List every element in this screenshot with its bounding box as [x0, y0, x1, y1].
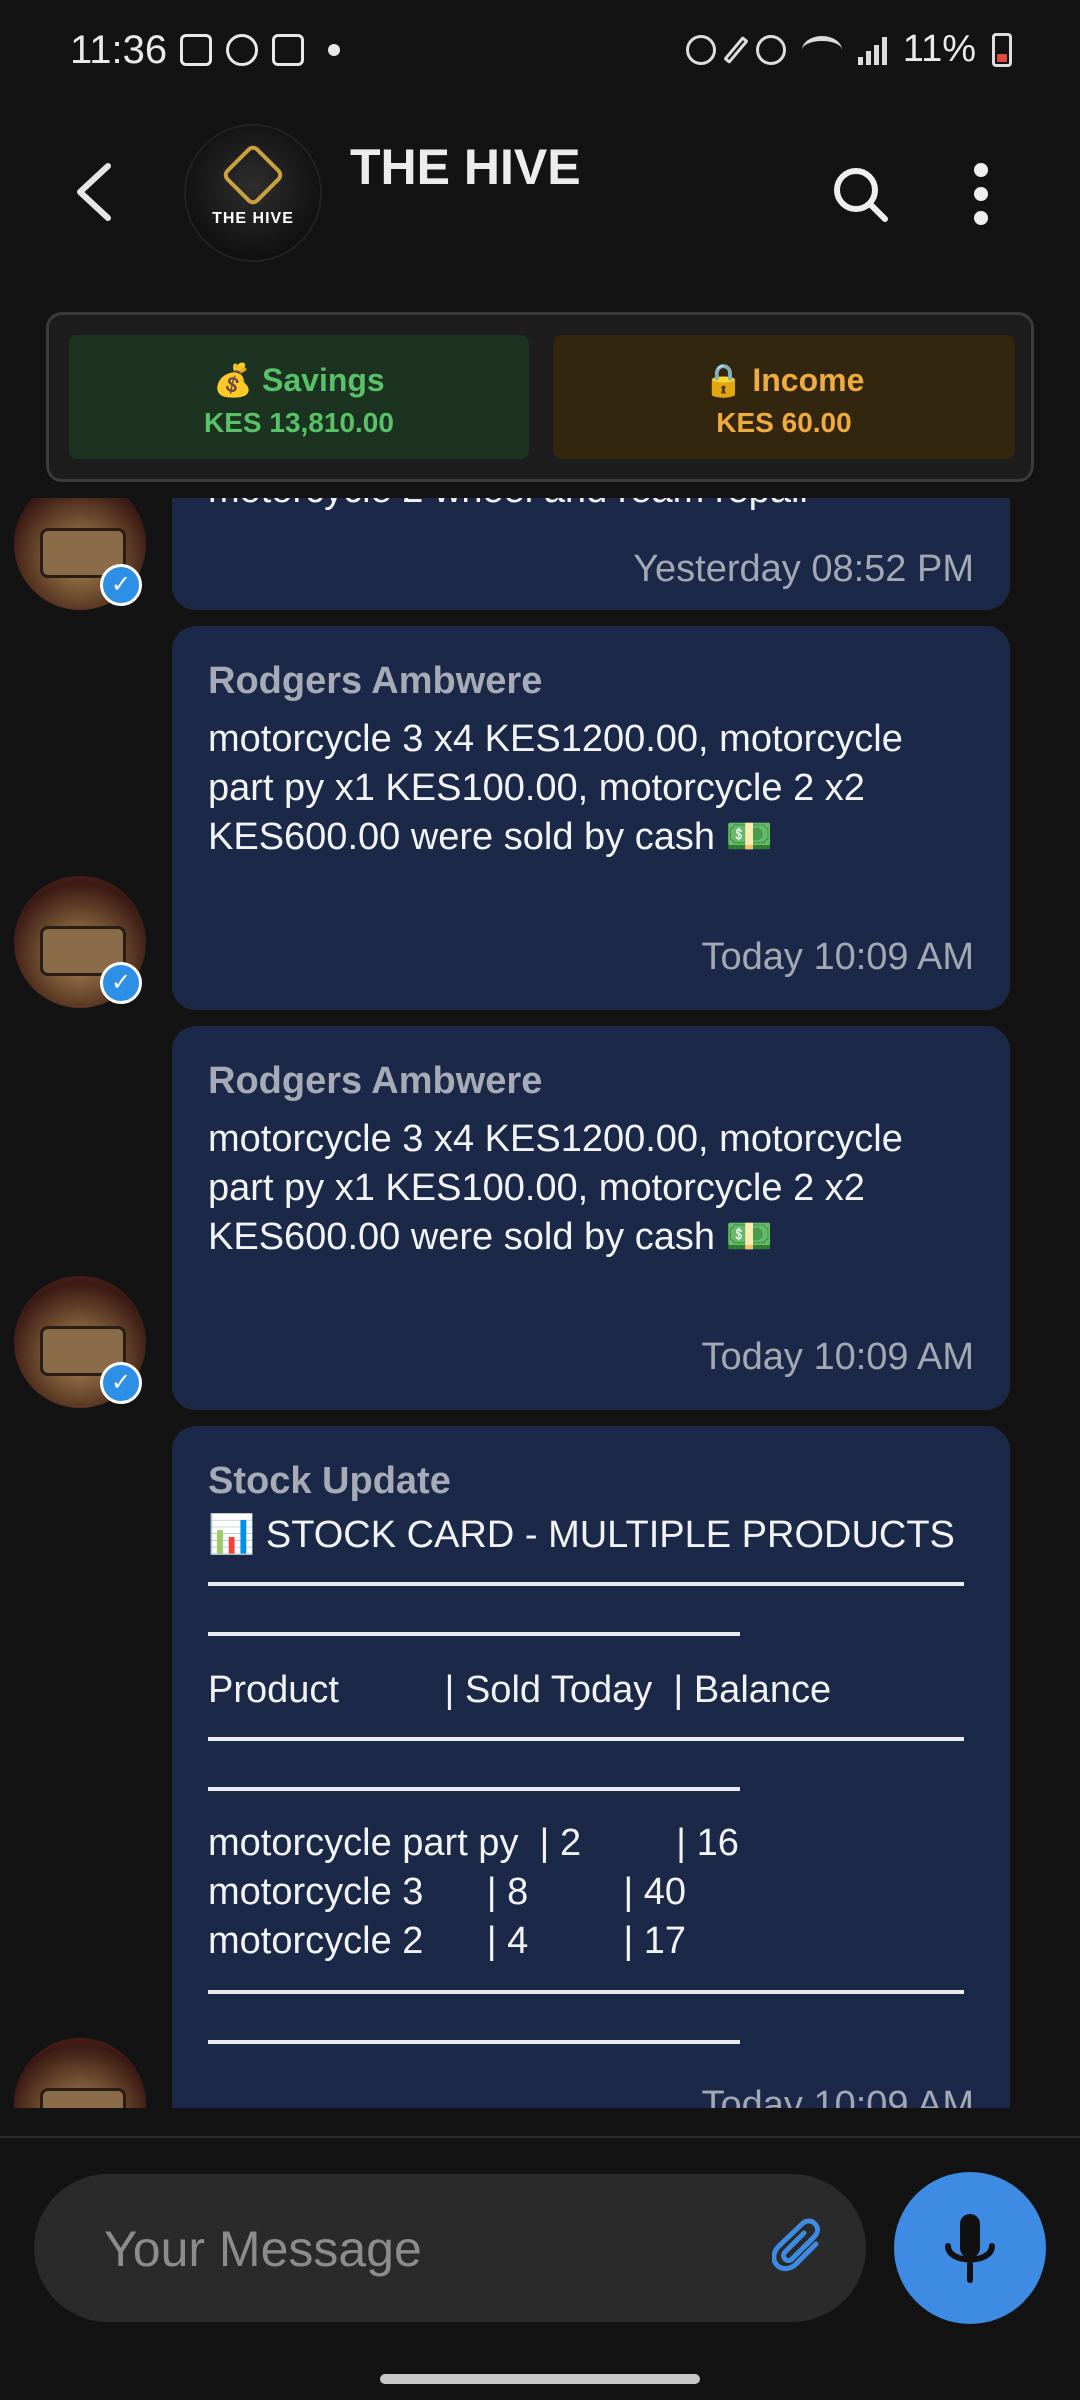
- app-icon: [226, 34, 258, 66]
- message-time: Today 10:09 AM: [701, 2084, 974, 2108]
- image-icon: [180, 34, 212, 66]
- message-bubble[interactable]: Rodgers Ambwere motorcycle 3 x4 KES1200.…: [172, 626, 1010, 1010]
- notification-icons: [180, 34, 340, 66]
- message-bubble[interactable]: motorcycle 2 wheel and ream repair Yeste…: [172, 498, 1010, 610]
- signal-icon: [857, 35, 887, 65]
- message-list[interactable]: motorcycle 2 wheel and ream repair Yeste…: [0, 498, 1080, 2108]
- message-sender: Stock Update: [208, 1460, 451, 1502]
- message-bubble[interactable]: Rodgers Ambwere motorcycle 3 x4 KES1200.…: [172, 1026, 1010, 1410]
- more-options-icon[interactable]: [966, 162, 996, 226]
- battery-saver-icon: [685, 34, 716, 65]
- verified-badge-icon: ✓: [100, 1362, 142, 1404]
- composer-divider: [0, 2136, 1080, 2138]
- stock-row: motorcycle part py | 2 | 16: [208, 1822, 739, 1864]
- back-arrow-icon[interactable]: [70, 162, 116, 222]
- dot-icon: [328, 44, 340, 56]
- stock-row: motorcycle 3 | 8 | 40: [208, 1871, 687, 1913]
- income-card[interactable]: 🔒 Income KES 60.00: [553, 335, 1015, 459]
- divider-line: [208, 1737, 964, 1741]
- message-time: Today 10:09 AM: [701, 936, 974, 978]
- savings-label: 💰 Savings: [213, 362, 385, 398]
- message-time: Today 10:09 AM: [701, 1336, 974, 1378]
- verified-badge-icon: ✓: [100, 962, 142, 1004]
- divider-line: [208, 2040, 740, 2044]
- chat-header: THE HIVE THE HIVE: [0, 110, 1080, 280]
- income-label: 🔒 Income: [703, 362, 865, 398]
- message-sender: Rodgers Ambwere: [208, 1060, 543, 1102]
- group-title[interactable]: THE HIVE: [350, 138, 581, 196]
- verified-badge-icon: ✓: [100, 564, 142, 606]
- search-icon[interactable]: [830, 164, 890, 224]
- message-input[interactable]: Your Message: [34, 2174, 866, 2322]
- attachment-icon[interactable]: [772, 2218, 828, 2280]
- balance-summary: 💰 Savings KES 13,810.00 🔒 Income KES 60.…: [46, 312, 1034, 482]
- income-amount: KES 60.00: [716, 407, 852, 438]
- divider-line: [208, 1990, 964, 1994]
- status-time: 11:36: [70, 28, 168, 72]
- system-icons: 11%: [685, 28, 1012, 71]
- avatar-logo-text: THE HIVE: [212, 210, 294, 227]
- stock-card-heading: 📊 STOCK CARD - MULTIPLE PRODUCTS: [208, 1514, 955, 1556]
- divider-line: [208, 1582, 964, 1586]
- home-indicator[interactable]: [380, 2374, 700, 2384]
- group-avatar[interactable]: THE HIVE: [186, 126, 320, 260]
- message-sender: Rodgers Ambwere: [208, 660, 543, 702]
- battery-icon: [992, 32, 1012, 67]
- mic-button[interactable]: [894, 2172, 1046, 2324]
- divider-line: [208, 1632, 740, 1636]
- stock-update-bubble[interactable]: Stock Update 📊 STOCK CARD - MULTIPLE PRO…: [172, 1426, 1010, 2108]
- stock-row: motorcycle 2 | 4 | 17: [208, 1920, 687, 1962]
- battery-percent: 11%: [902, 28, 976, 70]
- wifi-icon: [801, 35, 842, 64]
- microphone-icon: [945, 2214, 995, 2283]
- message-placeholder: Your Message: [104, 2221, 422, 2277]
- hive-logo-icon: [220, 142, 286, 208]
- savings-amount: KES 13,810.00: [204, 407, 394, 438]
- message-text: motorcycle 2 wheel and ream repair: [208, 498, 974, 515]
- status-bar: 11:36 11%: [0, 0, 1080, 110]
- alarm-icon: [755, 34, 786, 65]
- stock-table-header: Product | Sold Today | Balance: [208, 1669, 832, 1711]
- edit-icon: [723, 35, 749, 64]
- sender-avatar[interactable]: [14, 2038, 146, 2108]
- message-time: Yesterday 08:52 PM: [633, 548, 974, 590]
- message-text: motorcycle 3 x4 KES1200.00, motorcycle p…: [208, 1118, 903, 1258]
- car-icon: [40, 2088, 126, 2108]
- layers-icon: [272, 34, 304, 66]
- message-text: motorcycle 3 x4 KES1200.00, motorcycle p…: [208, 718, 903, 858]
- divider-line: [208, 1787, 740, 1791]
- savings-card[interactable]: 💰 Savings KES 13,810.00: [69, 335, 529, 459]
